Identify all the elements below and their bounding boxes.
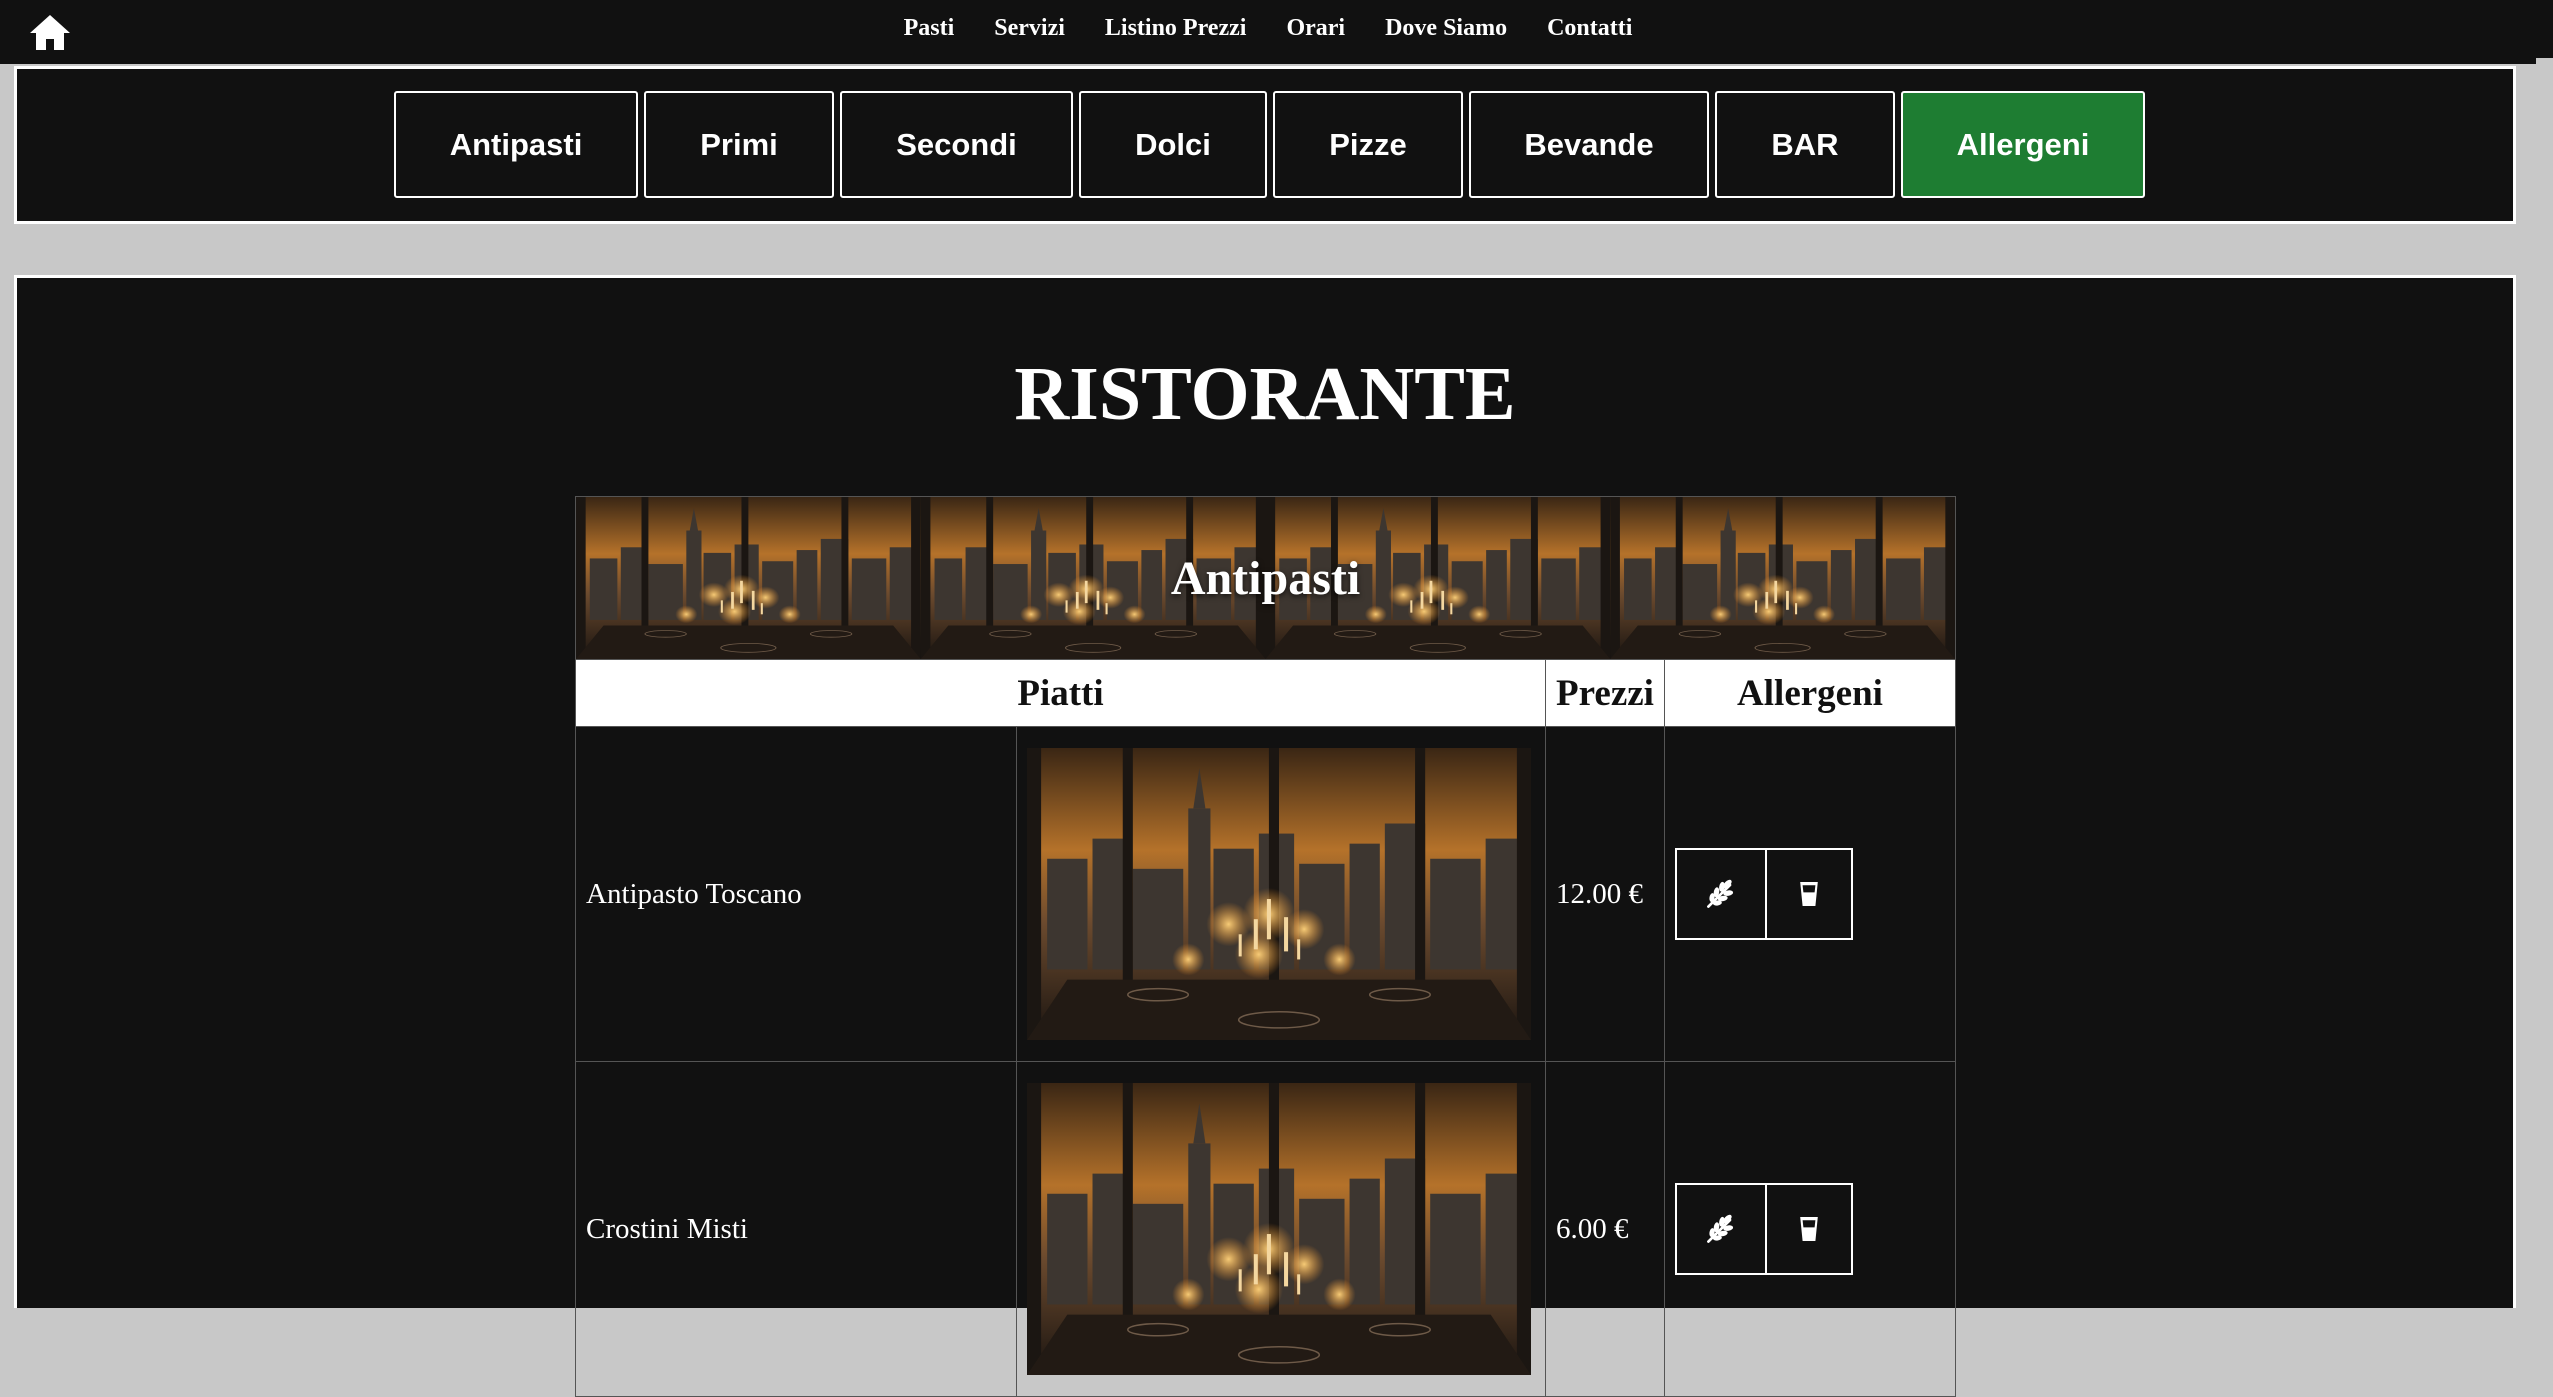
allergen-lactose-button[interactable]	[1765, 848, 1853, 940]
menu-table: Antipasti Piatti Prezzi Allergeni Antipa…	[575, 496, 1956, 1397]
allergen-group	[1675, 848, 1955, 940]
nav-link-servizi[interactable]: Servizi	[994, 15, 1065, 42]
dish-name: Crostini Misti	[575, 1061, 1017, 1397]
category-bar: Antipasti Primi Secondi Dolci Pizze Beva…	[14, 66, 2516, 224]
category-button-bar[interactable]: BAR	[1715, 91, 1895, 198]
category-button-secondi[interactable]: Secondi	[840, 91, 1073, 198]
dish-photo	[1027, 748, 1531, 1040]
nav-link-contatti[interactable]: Contatti	[1547, 15, 1632, 42]
table-row: Antipasto Toscano 12.00 €	[575, 726, 1956, 1062]
dish-name: Antipasto Toscano	[575, 726, 1017, 1062]
category-button-pizze[interactable]: Pizze	[1273, 91, 1463, 198]
dish-photo-cell	[1016, 1061, 1546, 1397]
category-button-bevande[interactable]: Bevande	[1469, 91, 1709, 198]
category-button-dolci[interactable]: Dolci	[1079, 91, 1267, 198]
allergen-gluten-button[interactable]	[1675, 1183, 1767, 1275]
milk-glass-icon	[1793, 1213, 1825, 1245]
navbar-edge	[2536, 0, 2553, 58]
top-navbar: Pasti Servizi Listino Prezzi Orari Dove …	[0, 0, 2536, 64]
allergen-gluten-button[interactable]	[1675, 848, 1767, 940]
category-list: Antipasti Primi Secondi Dolci Pizze Beva…	[394, 91, 2145, 198]
milk-glass-icon	[1793, 878, 1825, 910]
dish-price: 6.00 €	[1545, 1061, 1665, 1397]
nav-link-pasti[interactable]: Pasti	[904, 15, 955, 42]
nav-link-dove-siamo[interactable]: Dove Siamo	[1385, 15, 1507, 42]
allergen-lactose-button[interactable]	[1765, 1183, 1853, 1275]
dish-photo-cell	[1016, 726, 1546, 1062]
section-banner: Antipasti	[575, 496, 1956, 660]
nav-links: Pasti Servizi Listino Prezzi Orari Dove …	[0, 0, 2536, 56]
dish-photo	[1027, 1083, 1531, 1375]
category-button-antipasti[interactable]: Antipasti	[394, 91, 638, 198]
column-header-allergeni: Allergeni	[1664, 659, 1956, 727]
allergen-group	[1675, 1183, 1955, 1275]
wheat-icon	[1703, 1211, 1739, 1247]
page-title: RISTORANTE	[1014, 352, 1516, 436]
category-button-primi[interactable]: Primi	[644, 91, 834, 198]
column-header-prezzi: Prezzi	[1545, 659, 1665, 727]
nav-link-orari[interactable]: Orari	[1286, 15, 1345, 42]
dish-allergens	[1664, 1061, 1956, 1397]
nav-link-listino-prezzi[interactable]: Listino Prezzi	[1105, 15, 1247, 42]
category-button-allergeni[interactable]: Allergeni	[1901, 91, 2145, 198]
section-title: Antipasti	[1170, 551, 1361, 605]
dish-allergens	[1664, 726, 1956, 1062]
main-panel: RISTORANTE Antipasti Piatti Prezzi Aller…	[14, 275, 2516, 1397]
column-header-piatti: Piatti	[575, 659, 1546, 727]
table-row: Crostini Misti 6.00 €	[575, 1061, 1956, 1397]
wheat-icon	[1703, 876, 1739, 912]
dish-price: 12.00 €	[1545, 726, 1665, 1062]
